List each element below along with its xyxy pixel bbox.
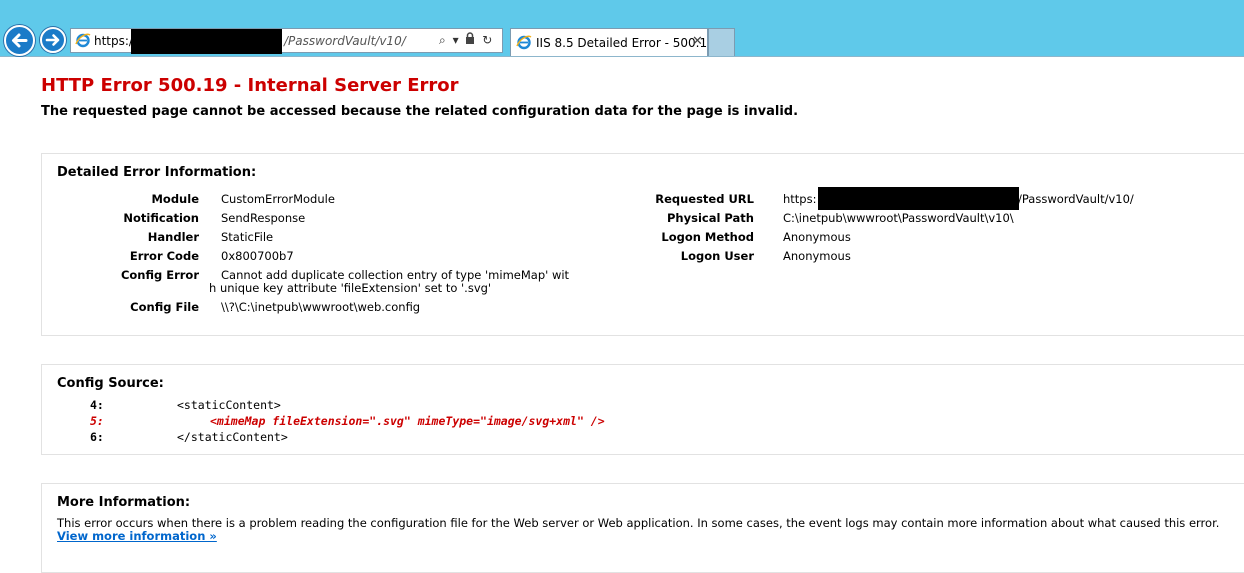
view-more-information-link[interactable]: View more information »: [57, 529, 217, 543]
detail-value: \\?\C:\inetpub\wwwroot\web.config: [221, 300, 421, 314]
redacted-block: [131, 29, 282, 54]
code-line-number: 6:: [90, 430, 104, 444]
detail-value-suffix: /PasswordVault/v10/: [1018, 192, 1134, 206]
detail-label: Config File: [130, 300, 199, 314]
forward-button[interactable]: [40, 27, 66, 53]
back-button[interactable]: [4, 25, 35, 56]
detail-value: StaticFile: [221, 230, 274, 244]
code-line-number: 5:: [90, 414, 104, 428]
lock-icon[interactable]: [465, 32, 475, 47]
back-arrow-icon: [12, 33, 28, 48]
detail-value: Anonymous: [783, 230, 851, 244]
browser-toolbar: https:// /PasswordVault/v10/ ⌕ ▾ ↻ IIS 8…: [0, 0, 1244, 57]
detail-value: C:\inetpub\wwwroot\PasswordVault\v10\: [783, 211, 1014, 225]
detail-label: Error Code: [129, 249, 199, 263]
detail-value: 0x800700b7: [221, 249, 294, 263]
detail-label: Module: [151, 192, 199, 206]
chevron-down-icon[interactable]: ▾: [453, 33, 459, 47]
detail-label: Requested URL: [655, 192, 754, 206]
detail-label: Logon Method: [661, 230, 754, 244]
address-actions: ⌕ ▾ ↻: [439, 32, 495, 48]
page-subtitle: The requested page cannot be accessed be…: [41, 104, 799, 119]
detail-value: Cannot add duplicate collection entry of…: [221, 268, 570, 282]
address-bar[interactable]: https:// /PasswordVault/v10/ ⌕ ▾ ↻: [70, 28, 503, 54]
section-heading: Config Source:: [57, 376, 164, 391]
address-suffix: /PasswordVault/v10/: [284, 34, 406, 48]
detail-value: SendResponse: [221, 211, 306, 225]
detail-label: Physical Path: [667, 211, 754, 225]
section-heading: More Information:: [57, 495, 191, 510]
detail-label: Config Error: [120, 268, 199, 282]
ie-page-icon: [75, 33, 91, 48]
detail-value-continued: h unique key attribute 'fileExtension' s…: [209, 281, 492, 295]
detail-value: CustomErrorModule: [221, 192, 335, 206]
detail-label: Handler: [147, 230, 199, 244]
detailed-error-section: Detailed Error Information: Module Custo…: [41, 153, 1244, 336]
refresh-icon[interactable]: ↻: [482, 33, 492, 47]
detail-label: Logon User: [680, 249, 754, 263]
more-information-section: More Information: This error occurs when…: [41, 483, 1244, 573]
more-information-text: This error occurs when there is a proble…: [57, 516, 1220, 530]
code-line: </staticContent>: [177, 430, 288, 444]
detail-value: https:: [783, 192, 817, 206]
forward-arrow-icon: [45, 34, 60, 46]
new-tab-button[interactable]: [708, 28, 735, 56]
search-icon[interactable]: ⌕: [439, 33, 446, 48]
redacted-block: [818, 187, 1019, 210]
detail-value: Anonymous: [783, 249, 851, 263]
config-source-section: Config Source: 4: <staticContent> 5: <mi…: [41, 364, 1244, 455]
section-heading: Detailed Error Information:: [57, 165, 257, 180]
ie-tab-icon: [516, 35, 532, 50]
page-title: HTTP Error 500.19 - Internal Server Erro…: [41, 75, 459, 96]
tab-active[interactable]: IIS 8.5 Detailed Error - 500.1... ✕: [510, 28, 719, 56]
detail-label: Notification: [123, 211, 199, 225]
code-line-highlighted: <mimeMap fileExtension=".svg" mimeType="…: [210, 414, 605, 428]
code-line: <staticContent>: [177, 398, 281, 412]
code-line-number: 4:: [90, 398, 104, 412]
close-icon[interactable]: ✕: [692, 34, 703, 49]
